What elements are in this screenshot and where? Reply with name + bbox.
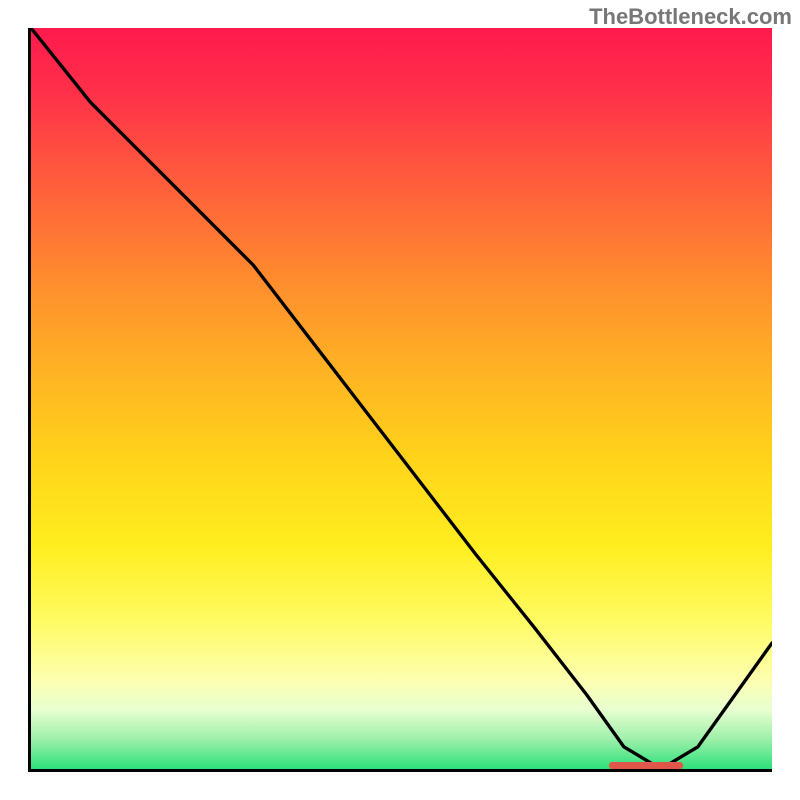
chart-container: TheBottleneck.com	[0, 0, 800, 800]
optimal-range-marker	[609, 762, 683, 769]
curve-path	[31, 28, 772, 769]
watermark-text: TheBottleneck.com	[589, 4, 792, 30]
plot-area	[28, 28, 772, 772]
bottleneck-curve	[31, 28, 772, 769]
